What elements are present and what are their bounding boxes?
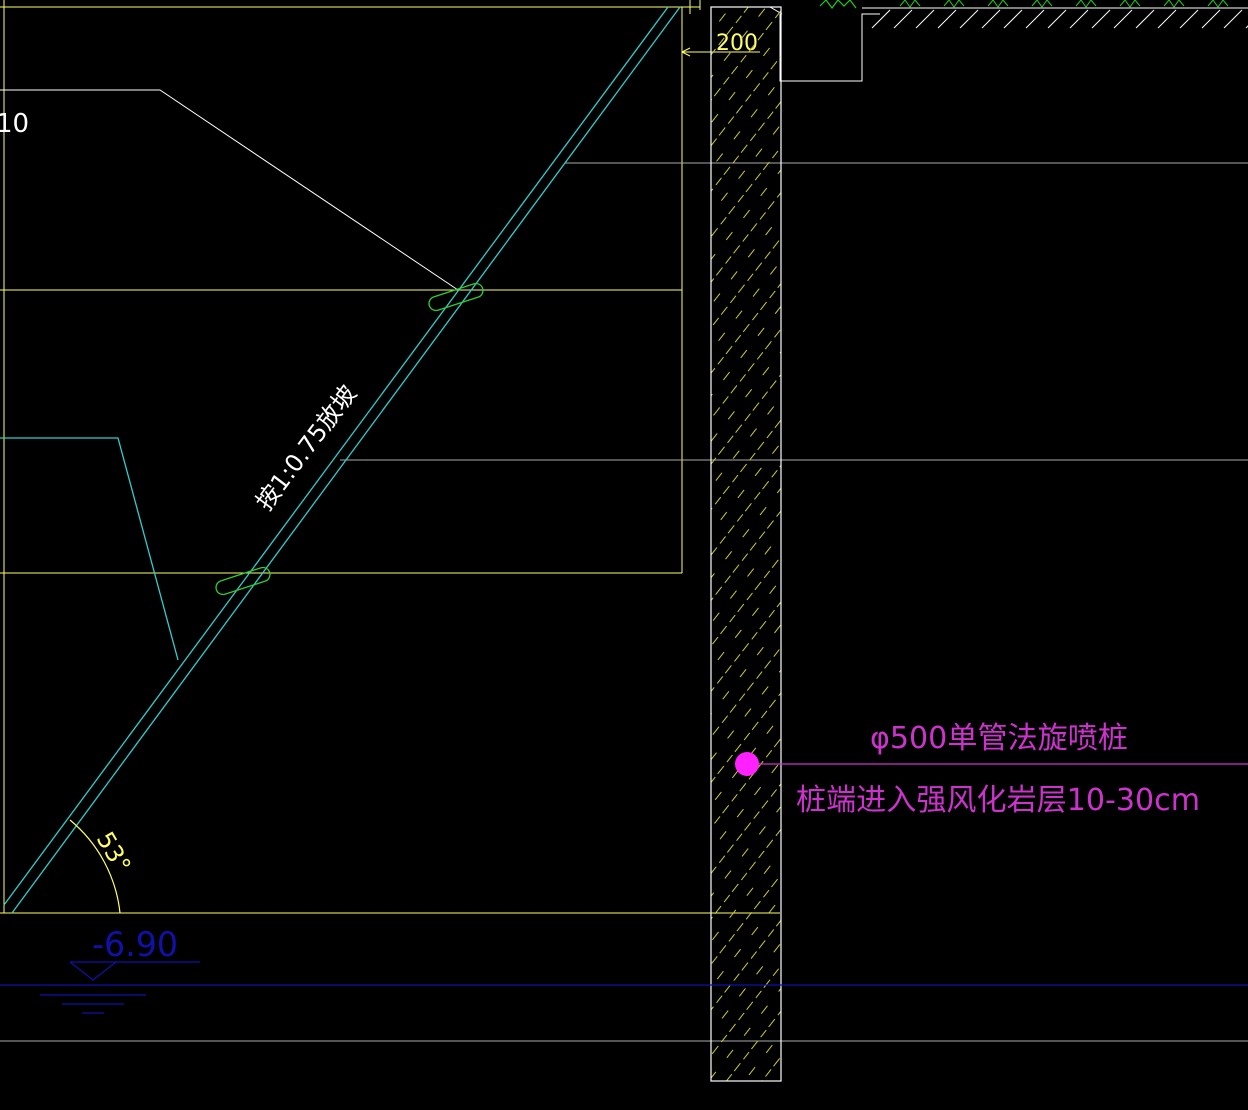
anchor-nail-upper (428, 282, 484, 312)
grey-reference-lines (0, 162, 1248, 1042)
elevation-label: -6.90 (92, 925, 178, 965)
grass-symbol (819, 0, 857, 9)
pile-spec-label: φ500单管法旋喷桩 (870, 721, 1128, 756)
slope-outer-line (3, 6, 669, 906)
grass-row (899, 0, 1229, 8)
slope-sliding-surface (0, 437, 179, 661)
cad-section-drawing: 200 10 按1:0.75放坡 53° (0, 0, 1248, 1110)
ground-surface (819, 0, 1248, 29)
pile-marker-dot (735, 752, 759, 776)
pile-note-label: 桩端进入强风化岩层10-30cm (796, 783, 1200, 818)
jet-grout-pile (710, 6, 782, 1082)
angle-label: 53° (91, 827, 137, 878)
excavation-boundary (0, 0, 780, 914)
water-level-symbol (40, 961, 200, 1014)
partial-left-label: 10 (0, 109, 29, 139)
